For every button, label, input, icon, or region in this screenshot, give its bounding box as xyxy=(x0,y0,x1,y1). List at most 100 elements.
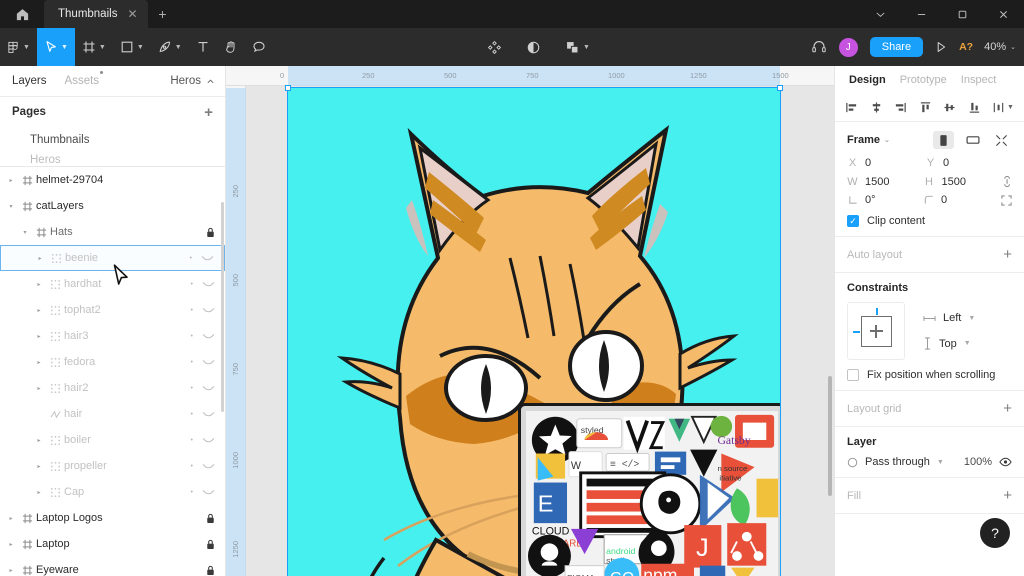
shape-tool-button[interactable]: ▼ xyxy=(113,28,151,66)
tab-design[interactable]: Design xyxy=(849,74,886,86)
independent-corners-icon[interactable] xyxy=(1001,195,1012,206)
add-layout-grid-button[interactable]: + xyxy=(1003,400,1012,417)
eye-hidden-icon[interactable] xyxy=(202,410,215,418)
close-window-icon[interactable] xyxy=(983,0,1024,28)
text-tool-button[interactable] xyxy=(189,28,217,66)
proportion-lock-icon[interactable] xyxy=(1002,175,1012,188)
layer-row-propeller[interactable]: ▸propeller• xyxy=(0,453,225,479)
home-button[interactable] xyxy=(0,0,44,28)
status-badge[interactable]: A? xyxy=(959,41,973,53)
play-icon[interactable] xyxy=(934,40,948,54)
close-icon[interactable]: ✕ xyxy=(127,8,137,20)
disclosure-arrow[interactable]: ▸ xyxy=(32,281,46,288)
canvas-scrollbar[interactable] xyxy=(828,376,832,496)
maximize-icon[interactable] xyxy=(942,0,983,28)
clip-content-row[interactable]: ✓ Clip content xyxy=(847,215,1012,227)
eye-hidden-icon[interactable] xyxy=(202,436,215,444)
layer-row-hair2[interactable]: ▸hair2• xyxy=(0,375,225,401)
file-tab-thumbnails[interactable]: Thumbnails ✕ xyxy=(44,0,148,28)
headphones-icon[interactable] xyxy=(811,39,827,55)
disclosure-arrow[interactable]: ▸ xyxy=(32,359,46,366)
comment-tool-button[interactable] xyxy=(245,28,273,66)
tab-prototype[interactable]: Prototype xyxy=(900,74,947,86)
align-bottom-icon[interactable] xyxy=(968,101,981,114)
share-button[interactable]: Share xyxy=(870,37,923,57)
landscape-icon[interactable] xyxy=(962,131,983,149)
constraints-widget[interactable] xyxy=(847,302,905,360)
add-auto-layout-button[interactable]: + xyxy=(1003,246,1012,263)
align-right-icon[interactable] xyxy=(894,101,907,114)
eye-hidden-icon[interactable] xyxy=(202,488,215,496)
rotation-field[interactable]: 0° xyxy=(847,194,918,206)
page-selector[interactable]: Heros xyxy=(170,75,215,87)
layer-row-cap[interactable]: ▸Cap• xyxy=(0,479,225,505)
add-fill-button[interactable]: + xyxy=(1003,487,1012,504)
align-top-icon[interactable] xyxy=(919,101,932,114)
clip-content-checkbox[interactable]: ✓ xyxy=(847,215,859,227)
disclosure-arrow[interactable]: ▾ xyxy=(4,203,18,210)
disclosure-arrow[interactable]: ▸ xyxy=(32,385,46,392)
vertical-constraint[interactable]: Top ▼ xyxy=(923,337,975,350)
layer-row-boiler[interactable]: ▸boiler• xyxy=(0,427,225,453)
align-horizontal-center-icon[interactable] xyxy=(870,101,883,114)
eye-hidden-icon[interactable] xyxy=(202,306,215,314)
disclosure-arrow[interactable]: ▸ xyxy=(32,333,46,340)
disclosure-arrow[interactable]: ▸ xyxy=(33,255,47,262)
add-page-button[interactable]: + xyxy=(204,104,213,121)
help-button[interactable]: ? xyxy=(980,518,1010,548)
disclosure-arrow[interactable]: ▸ xyxy=(32,307,46,314)
lock-icon[interactable] xyxy=(206,565,215,576)
move-tool-button[interactable]: ▼ xyxy=(37,28,75,66)
eye-hidden-icon[interactable] xyxy=(202,358,215,366)
layer-row-helmet-29704[interactable]: ▸helmet-29704 xyxy=(0,167,225,193)
tab-assets[interactable]: Assets xyxy=(65,75,100,87)
boolean-groups-button[interactable]: ▼ xyxy=(558,28,597,66)
corner-radius-field[interactable]: 0 xyxy=(923,194,994,206)
layer-row-laptop-logos[interactable]: ▸Laptop Logos xyxy=(0,505,225,531)
minimize-icon[interactable] xyxy=(901,0,942,28)
opacity-value[interactable]: 100% xyxy=(964,456,992,468)
x-field[interactable]: X 0 xyxy=(847,157,920,169)
eye-hidden-icon[interactable] xyxy=(202,332,215,340)
disclosure-arrow[interactable]: ▸ xyxy=(32,489,46,496)
horizontal-constraint[interactable]: Left ▼ xyxy=(923,312,975,324)
layer-row-hair3[interactable]: ▸hair3• xyxy=(0,323,225,349)
disclosure-arrow[interactable]: ▾ xyxy=(18,229,32,236)
tab-inspect[interactable]: Inspect xyxy=(961,74,996,86)
lock-icon[interactable] xyxy=(206,227,215,238)
page-item-thumbnails[interactable]: Thumbnails xyxy=(0,127,225,153)
layer-row-hair[interactable]: hair• xyxy=(0,401,225,427)
layer-row-tophat2[interactable]: ▸tophat2• xyxy=(0,297,225,323)
create-component-button[interactable] xyxy=(480,28,509,66)
zoom-level-control[interactable]: 40% ⌄ xyxy=(984,41,1016,53)
layer-row-hats[interactable]: ▾Hats xyxy=(0,219,225,245)
eye-hidden-icon[interactable] xyxy=(202,280,215,288)
disclosure-arrow[interactable]: ▸ xyxy=(4,177,18,184)
height-field[interactable]: H 1500 xyxy=(924,176,996,188)
collapse-icon[interactable] xyxy=(991,131,1012,149)
selection-handle-tl[interactable] xyxy=(285,85,291,91)
blend-mode-row[interactable]: Pass through ▼ 100% xyxy=(847,456,1012,468)
eye-hidden-icon[interactable] xyxy=(202,462,215,470)
distribute-icon[interactable]: ▼ xyxy=(992,101,1014,114)
layers-scrollbar[interactable] xyxy=(221,202,224,412)
hand-tool-button[interactable] xyxy=(217,28,245,66)
align-vertical-center-icon[interactable] xyxy=(943,101,956,114)
tab-layers[interactable]: Layers xyxy=(12,75,47,87)
canvas-area[interactable]: styled Gatsby W xyxy=(226,66,834,576)
layer-row-eyeware[interactable]: ▸Eyeware xyxy=(0,557,225,576)
eye-icon[interactable] xyxy=(999,457,1012,467)
new-tab-button[interactable]: + xyxy=(148,0,178,28)
mask-button[interactable] xyxy=(519,28,548,66)
eye-hidden-icon[interactable] xyxy=(201,254,214,262)
width-field[interactable]: W 1500 xyxy=(847,176,919,188)
disclosure-arrow[interactable]: ▸ xyxy=(4,515,18,522)
fix-position-row[interactable]: Fix position when scrolling xyxy=(847,369,1012,381)
disclosure-arrow[interactable]: ▸ xyxy=(4,567,18,574)
eye-hidden-icon[interactable] xyxy=(202,384,215,392)
disclosure-arrow[interactable]: ▸ xyxy=(32,437,46,444)
disclosure-arrow[interactable]: ▸ xyxy=(4,541,18,548)
pen-tool-button[interactable]: ▼ xyxy=(151,28,189,66)
fix-position-checkbox[interactable] xyxy=(847,369,859,381)
portrait-icon[interactable] xyxy=(933,131,954,149)
